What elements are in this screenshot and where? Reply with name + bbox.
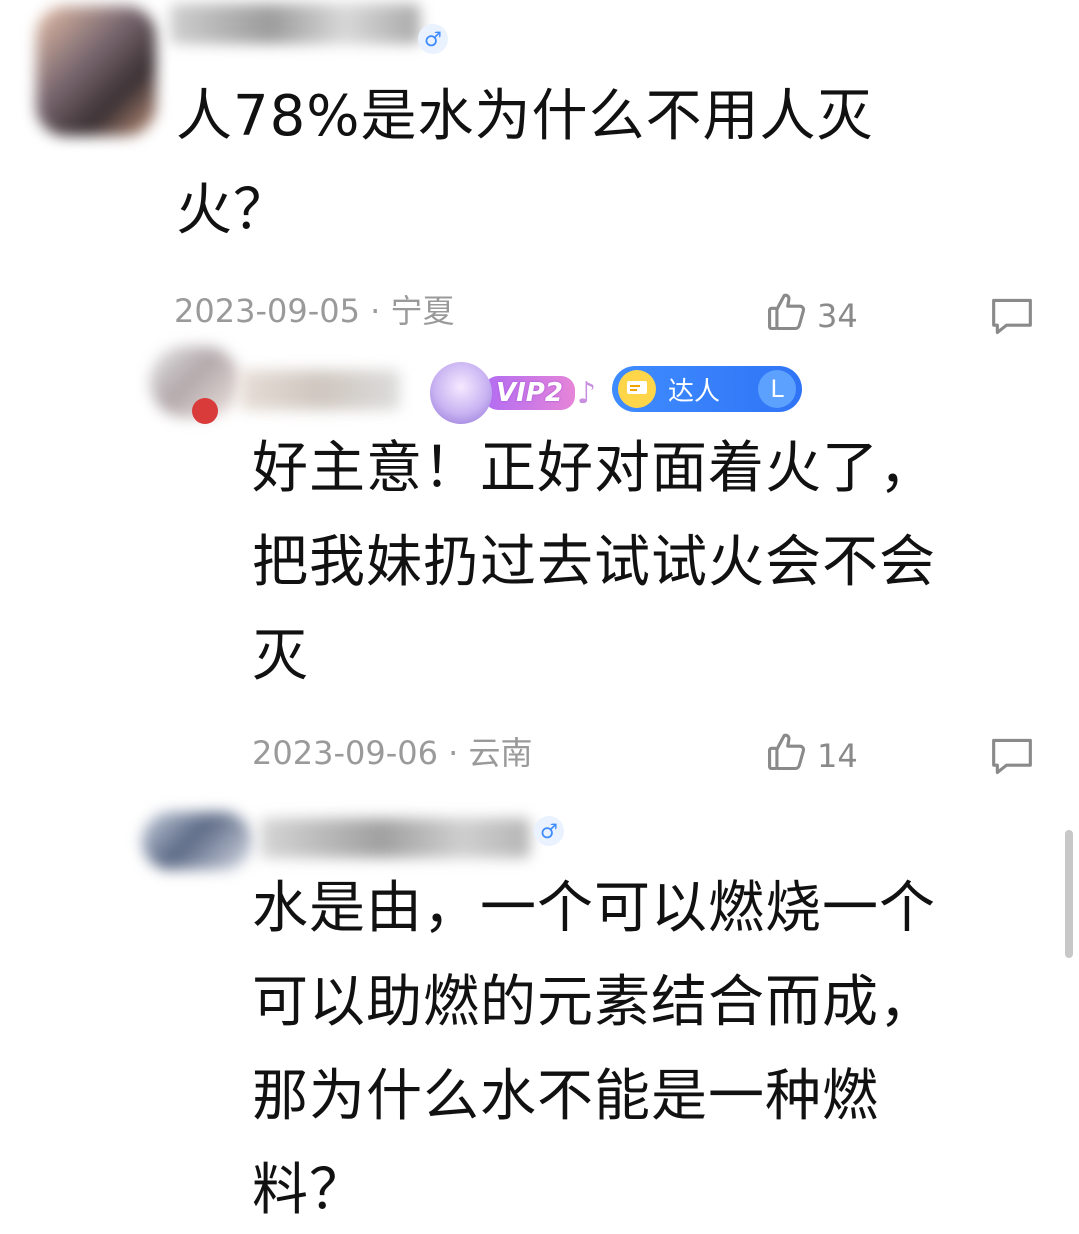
comment-thread: ♂ 人78%是水为什么不用人灭 火？ 2023-09-05 · 宁夏 34 VI… (0, 0, 1079, 1234)
avatar[interactable] (142, 812, 252, 870)
thumbs-up-icon (765, 290, 817, 342)
thumbs-up-icon (765, 730, 817, 782)
vip-badge[interactable]: VIP2 ♪ (430, 362, 596, 424)
like-count: 14 (817, 737, 858, 775)
like-count: 34 (817, 297, 858, 335)
comment-text: 好主意！正好对面着火了， 把我妹扔过去试试火会不会 灭 (252, 436, 936, 689)
comment-meta: 2023-09-05 · 宁夏 (174, 286, 455, 332)
like-button[interactable]: 34 (765, 290, 858, 342)
scrollbar[interactable] (1065, 830, 1073, 958)
meta-separator: · (448, 734, 459, 772)
talent-badge[interactable]: 达人 L (612, 366, 802, 412)
username[interactable] (240, 370, 400, 410)
comment-location: 云南 (468, 734, 533, 772)
male-icon: ♂ (534, 816, 564, 846)
vip-avatar-icon (430, 362, 492, 424)
avatar[interactable] (36, 6, 156, 136)
music-note-icon: ♪ (576, 375, 597, 411)
comment-bubble-icon (988, 298, 1036, 342)
comment-meta: 2023-09-06 · 云南 (252, 728, 533, 774)
username[interactable] (170, 4, 420, 44)
comment-bubble-icon (988, 738, 1036, 782)
reply-button[interactable] (988, 734, 1036, 782)
like-button[interactable]: 14 (765, 730, 858, 782)
comment-date: 2023-09-06 (252, 734, 438, 772)
talent-level: L (758, 370, 796, 408)
username[interactable] (260, 818, 530, 858)
male-icon: ♂ (418, 24, 448, 54)
reply-button[interactable] (988, 294, 1036, 342)
talent-label: 达人 (668, 376, 721, 407)
comment-text: 水是由，一个可以燃烧一个 可以助燃的元素结合而成， 那为什么水不能是一种燃 料？ (252, 876, 936, 1223)
chat-badge-icon (618, 370, 656, 408)
comment-text: 人78%是水为什么不用人灭 火？ (176, 84, 874, 243)
meta-separator: · (370, 292, 381, 330)
comment-location: 宁夏 (390, 292, 455, 330)
level-badge (192, 398, 218, 424)
vip-label: VIP2 (484, 376, 575, 410)
comment-date: 2023-09-05 (174, 292, 360, 330)
